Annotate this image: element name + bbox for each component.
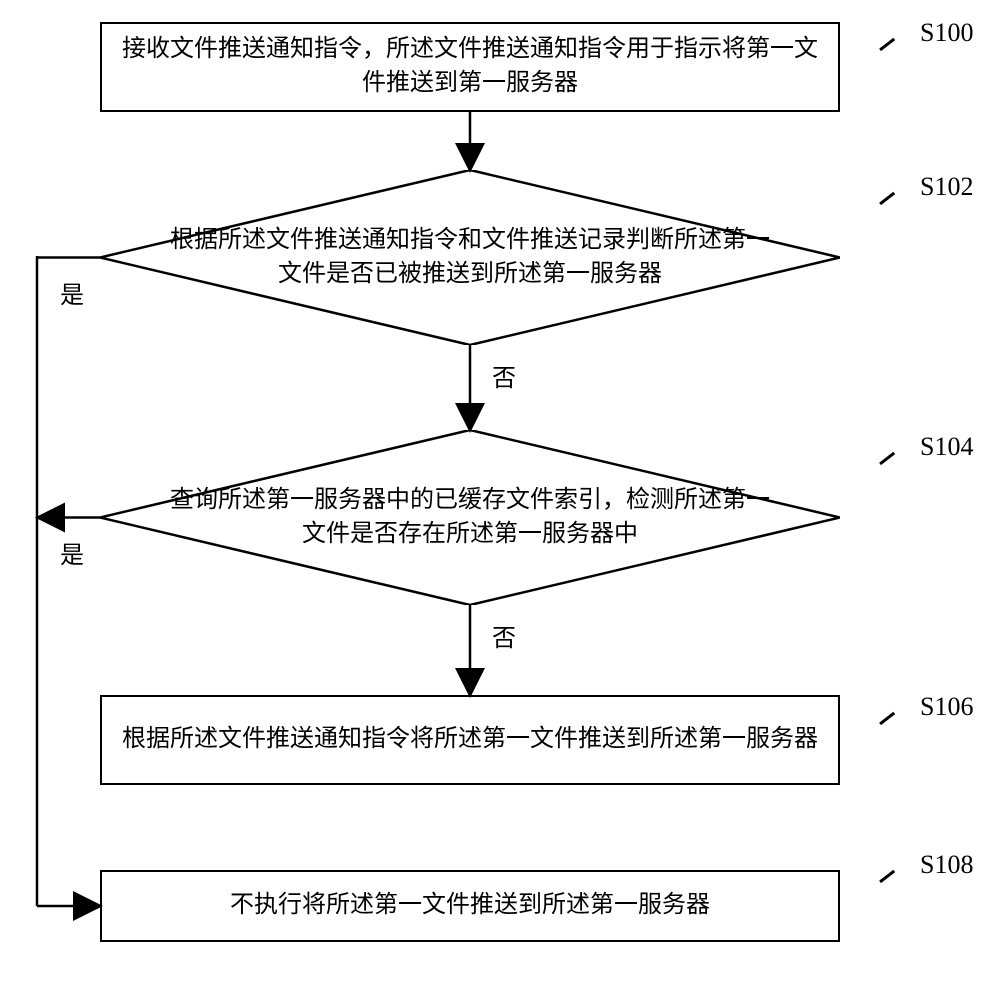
process-s100: 接收文件推送通知指令，所述文件推送通知指令用于指示将第一文件推送到第一服务器: [100, 22, 840, 112]
decision-s102: 根据所述文件推送通知指令和文件推送记录判断所述第一文件是否已被推送到所述第一服务…: [100, 170, 840, 345]
edge-label-s104-no: 否: [492, 618, 516, 653]
tick-s100: [879, 38, 895, 51]
process-s108: 不执行将所述第一文件推送到所述第一服务器: [100, 870, 840, 942]
step-label-s104: S104: [920, 432, 973, 462]
process-s100-text: 接收文件推送通知指令，所述文件推送通知指令用于指示将第一文件推送到第一服务器: [122, 33, 818, 100]
edge-label-s104-yes: 是: [60, 535, 84, 570]
tick-s104: [879, 452, 895, 465]
edge-label-s102-no: 否: [492, 358, 516, 393]
decision-s104: 查询所述第一服务器中的已缓存文件索引，检测所述第一文件是否存在所述第一服务器中: [100, 430, 840, 605]
process-s106: 根据所述文件推送通知指令将所述第一文件推送到所述第一服务器: [100, 695, 840, 785]
tick-s106: [879, 712, 895, 725]
decision-s102-text: 根据所述文件推送通知指令和文件推送记录判断所述第一文件是否已被推送到所述第一服务…: [170, 224, 770, 291]
process-s106-text: 根据所述文件推送通知指令将所述第一文件推送到所述第一服务器: [122, 723, 818, 757]
tick-s108: [879, 870, 895, 883]
step-label-s106: S106: [920, 692, 973, 722]
edge-label-s102-yes: 是: [60, 275, 84, 310]
step-label-s102: S102: [920, 172, 973, 202]
step-label-s100: S100: [920, 18, 973, 48]
tick-s102: [879, 192, 895, 205]
decision-s104-text: 查询所述第一服务器中的已缓存文件索引，检测所述第一文件是否存在所述第一服务器中: [170, 484, 770, 551]
step-label-s108: S108: [920, 850, 973, 880]
process-s108-text: 不执行将所述第一文件推送到所述第一服务器: [230, 889, 710, 923]
